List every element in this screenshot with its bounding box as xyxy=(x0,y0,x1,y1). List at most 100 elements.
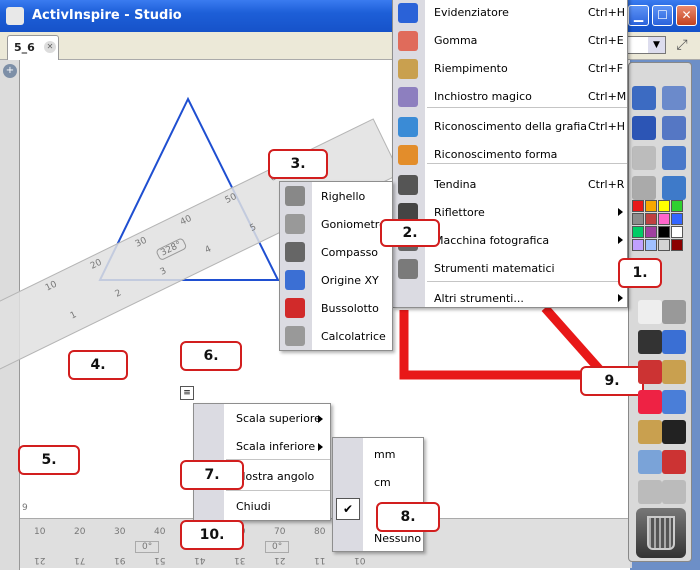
fill-icon[interactable] xyxy=(662,360,686,384)
tools-menu-item[interactable]: Tendina xyxy=(434,178,476,191)
ruler-menu-item[interactable]: Chiudi xyxy=(236,500,271,513)
tools-menu-item[interactable]: Inchiostro magico xyxy=(434,90,532,103)
ruler-tick-inverted: 31 xyxy=(234,555,246,565)
color-swatch[interactable] xyxy=(658,226,670,238)
toolbox-tool-icon[interactable] xyxy=(662,176,686,200)
maximize-button[interactable]: ☐ xyxy=(652,5,673,26)
callout-1: 1. xyxy=(618,258,662,288)
ruler-tick-inner: 5 xyxy=(248,222,259,234)
scale-option[interactable]: Nessuno xyxy=(374,532,421,545)
chevron-down-icon[interactable]: ▼ xyxy=(648,37,665,53)
submenu-arrow-icon xyxy=(618,294,623,302)
color-swatch[interactable] xyxy=(658,200,670,212)
tools-menu-item[interactable]: Riempimento xyxy=(434,62,508,75)
ruler-menu-item[interactable]: Mostra angolo xyxy=(236,470,314,483)
color-swatch[interactable] xyxy=(671,226,683,238)
tools-menu-item[interactable]: Strumenti matematici xyxy=(434,262,555,275)
color-swatch[interactable] xyxy=(645,200,657,212)
color-swatch[interactable] xyxy=(671,213,683,225)
dice-icon xyxy=(285,298,305,318)
tools-menu-item[interactable]: Gomma xyxy=(434,34,477,47)
color-swatch[interactable] xyxy=(671,239,683,251)
clear-icon[interactable] xyxy=(638,450,662,474)
callout-2: 2. xyxy=(380,219,440,247)
toolbox-tool-icon[interactable] xyxy=(632,116,656,140)
color-swatch[interactable] xyxy=(658,239,670,251)
text-icon[interactable] xyxy=(662,420,686,444)
color-swatch[interactable] xyxy=(645,239,657,251)
scale-option[interactable]: cm xyxy=(374,476,391,489)
ruler-menu-item[interactable]: Scala inferiore xyxy=(236,440,315,453)
tools-menu-item[interactable]: Riflettore xyxy=(434,206,485,219)
color-swatch[interactable] xyxy=(645,213,657,225)
shapes-icon[interactable] xyxy=(638,390,662,414)
ruler-tick: 30 xyxy=(133,235,149,250)
tools-menu-item[interactable]: Altri strumenti... xyxy=(434,292,524,305)
eraser-icon[interactable] xyxy=(638,360,662,384)
ruler-angle-label: 0° xyxy=(265,541,290,553)
close-button[interactable]: ✕ xyxy=(676,5,697,26)
highlighter-icon xyxy=(398,3,418,23)
tools-menu-item[interactable]: Riconoscimento della grafia xyxy=(434,120,587,133)
trash-bin-icon[interactable] xyxy=(636,508,686,558)
color-swatch[interactable] xyxy=(632,226,644,238)
math-menu-item[interactable]: Goniometro xyxy=(321,218,386,231)
revealer-icon xyxy=(398,175,418,195)
media-icon[interactable] xyxy=(638,420,662,444)
highlighter-icon[interactable] xyxy=(662,330,686,354)
minimize-button[interactable]: ▁ xyxy=(628,5,649,26)
color-swatch[interactable] xyxy=(632,239,644,251)
red-arrow-diagonal xyxy=(541,305,604,373)
color-swatch[interactable] xyxy=(671,200,683,212)
ruler-tick: 40 xyxy=(154,527,166,537)
redo-icon[interactable] xyxy=(662,480,686,504)
ruler-tick: 20 xyxy=(74,527,86,537)
handwriting-icon xyxy=(398,117,418,137)
fill-icon xyxy=(398,59,418,79)
toolbox-tool-icon[interactable] xyxy=(662,116,686,140)
connector-icon[interactable] xyxy=(662,390,686,414)
color-palette xyxy=(632,200,688,256)
ruler-menu-item[interactable]: Scala superiore xyxy=(236,412,321,425)
ruler-menu-icon[interactable]: ≡ xyxy=(180,386,194,400)
toolbox-tool-icon[interactable] xyxy=(632,176,656,200)
tools-menu-item[interactable]: Macchina fotografica xyxy=(434,234,549,247)
menu-shortcut: Ctrl+F xyxy=(588,62,624,75)
undo-icon[interactable] xyxy=(638,480,662,504)
fullscreen-icon[interactable]: ⤢ xyxy=(672,37,692,53)
callout-10: 10. xyxy=(180,520,244,550)
color-swatch[interactable] xyxy=(632,213,644,225)
callout-7: 7. xyxy=(180,460,244,490)
pen-icon[interactable] xyxy=(638,330,662,354)
tools-icon[interactable] xyxy=(662,300,686,324)
scale-option[interactable]: mm xyxy=(374,448,395,461)
reset-page-icon[interactable] xyxy=(662,450,686,474)
bottom-ruler[interactable]: 10 20 30 40 50 60 70 80 0° 0° 21 71 91 5… xyxy=(20,518,632,568)
menu-shortcut: Ctrl+E xyxy=(588,34,624,47)
ruler-tick-inverted: 91 xyxy=(114,555,126,565)
tools-menu-item[interactable]: Riconoscimento forma xyxy=(434,148,557,161)
color-swatch[interactable] xyxy=(632,200,644,212)
compass-icon xyxy=(285,242,305,262)
ruler-tick-inverted: 21 xyxy=(34,555,46,565)
math-menu-item[interactable]: Origine XY xyxy=(321,274,379,287)
submenu-arrow-icon xyxy=(618,236,623,244)
color-swatch[interactable] xyxy=(658,213,670,225)
select-arrow-icon[interactable] xyxy=(638,300,662,324)
toolbox-tool-icon[interactable] xyxy=(632,86,656,110)
math-menu-item[interactable]: Compasso xyxy=(321,246,378,259)
tab-close-icon[interactable]: ✕ xyxy=(44,41,56,53)
color-swatch[interactable] xyxy=(645,226,657,238)
math-menu-item[interactable]: Calcolatrice xyxy=(321,330,386,343)
toolbox-tool-icon[interactable] xyxy=(662,146,686,170)
calculator-icon xyxy=(285,326,305,346)
math-menu-item[interactable]: Bussolotto xyxy=(321,302,379,315)
toolbox-tool-icon[interactable] xyxy=(632,146,656,170)
toolbox-tool-icon[interactable] xyxy=(662,86,686,110)
tools-menu-item[interactable]: Evidenziatore xyxy=(434,6,509,19)
ruler-tick-inner: 4 xyxy=(203,244,214,256)
submenu-arrow-icon xyxy=(318,443,323,451)
math-menu-item[interactable]: Righello xyxy=(321,190,365,203)
tab-5-6[interactable]: 5_6 ✕ xyxy=(7,35,59,60)
tab-label: 5_6 xyxy=(14,41,35,54)
